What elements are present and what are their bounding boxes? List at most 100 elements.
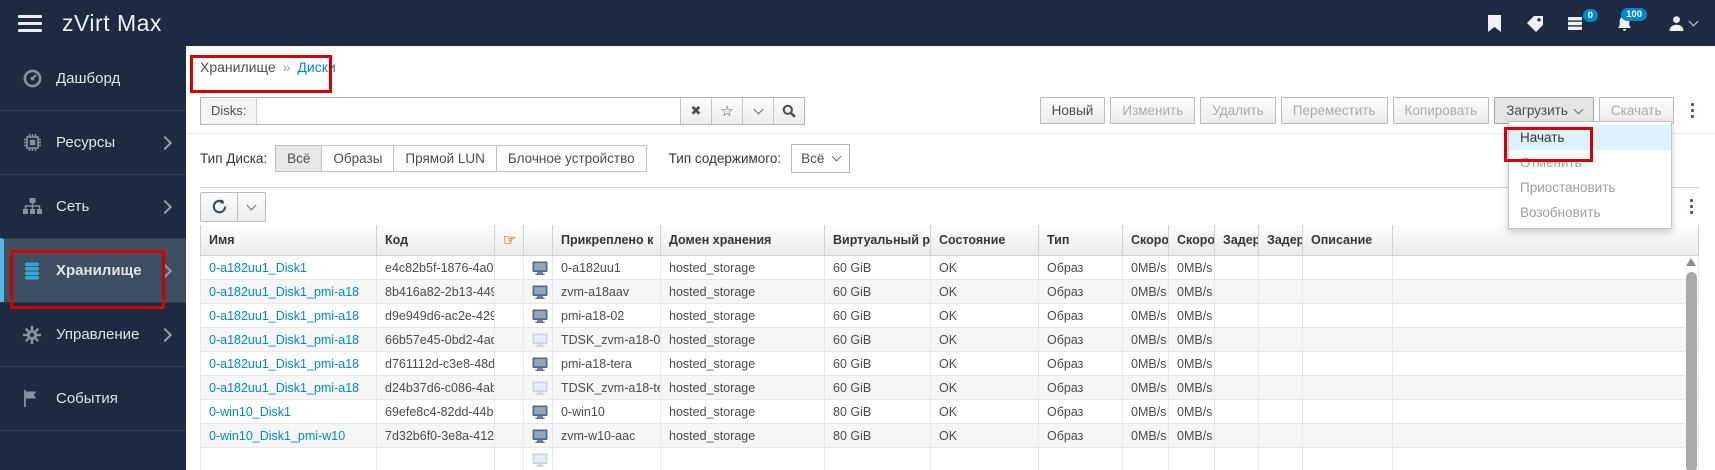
sidebar-item-network[interactable]: Сеть — [0, 174, 186, 238]
disk-name-link[interactable]: 0-a182uu1_Disk1_pmi-a18 — [209, 381, 359, 395]
refresh-button[interactable] — [200, 191, 238, 222]
table-row[interactable]: 0-a182uu1_Disk1 e4c82b5f-1876-4a0b-b... 0-… — [200, 255, 1699, 280]
column-header-12[interactable]: Задерж — [1258, 225, 1303, 256]
vertical-scrollbar-thumb[interactable] — [1686, 272, 1697, 470]
cell-write_latency — [1258, 303, 1303, 328]
disk-type-option-1[interactable]: Образы — [322, 144, 395, 172]
alerts-count-badge: 100 — [1621, 7, 1647, 21]
cell-description — [1302, 399, 1393, 424]
hand-pointer-icon: ☞ — [503, 232, 517, 249]
plugged-status-cell — [523, 303, 553, 328]
column-header-8[interactable]: Тип — [1038, 225, 1123, 256]
tasks-icon[interactable]: 0 — [1568, 8, 1598, 31]
menu-item-pause[interactable]: Приостановить — [1509, 175, 1671, 200]
table-row[interactable]: 0-a182uu1_Disk1_pmi-a18 d761112d-c3e8-48d… — [200, 351, 1699, 376]
disk-name-cell: 0-win10_Disk1 — [200, 399, 377, 424]
favorite-search-button[interactable]: ☆ — [711, 97, 742, 124]
table-row[interactable]: 0-a182uu1_Disk1_pmi-a18 d24b37d6-c086-4ab… — [200, 375, 1699, 400]
table-row[interactable]: 0-win10_Disk1 69efe8c4-82dd-44b6-b... 0-wi… — [200, 399, 1699, 424]
cell-empty — [376, 447, 495, 470]
monitor-icon — [532, 284, 548, 299]
disk-name-link[interactable]: 0-a182uu1_Disk1 — [209, 261, 307, 275]
user-menu[interactable] — [1669, 15, 1699, 31]
gear-icon — [20, 325, 44, 344]
menu-item-start[interactable]: Начать — [1509, 125, 1671, 150]
disk-type-option-0[interactable]: Всё — [275, 144, 323, 172]
table-row-partial[interactable] — [200, 447, 1699, 470]
edit-button[interactable]: Изменить — [1110, 97, 1196, 124]
cell-status: OK — [930, 303, 1039, 328]
disk-name-link[interactable]: 0-win10_Disk1 — [209, 405, 291, 419]
column-header-empty-14[interactable] — [1392, 225, 1699, 256]
hamburger-menu-icon[interactable] — [18, 14, 42, 32]
sidebar-item-storage[interactable]: Хранилище — [0, 238, 186, 302]
content-type-select[interactable]: Всё — [791, 143, 851, 173]
scrollbar-up-arrow[interactable] — [1686, 258, 1696, 266]
sidebar-item-events[interactable]: События — [0, 366, 186, 430]
column-header-empty-3[interactable] — [523, 225, 553, 256]
column-header-plugged[interactable]: ☞ — [494, 225, 524, 256]
disk-name-link[interactable]: 0-a182uu1_Disk1_pmi-a18 — [209, 309, 359, 323]
table-row[interactable]: 0-a182uu1_Disk1_pmi-a18 66b57e45-0bd2-4ad… — [200, 327, 1699, 352]
plugged-status-cell — [523, 423, 553, 448]
new-button[interactable]: Новый — [1039, 97, 1106, 124]
clear-search-button[interactable]: ✖ — [680, 97, 711, 124]
disk-name-link[interactable]: 0-win10_Disk1_pmi-w10 — [209, 429, 345, 443]
grid-kebab-menu-icon[interactable] — [1684, 195, 1700, 219]
column-header-9[interactable]: Скорос — [1122, 225, 1169, 256]
upload-button[interactable]: Загрузить — [1494, 97, 1594, 124]
cell-status: OK — [930, 399, 1039, 424]
sidebar-item-resources[interactable]: Ресурсы — [0, 110, 186, 174]
disk-type-option-3[interactable]: Блочное устройство — [496, 144, 647, 172]
disks-table: Имя Код ☞ Прикреплено к Домен хранения Виртуа… — [200, 225, 1699, 470]
disk-type-option-2[interactable]: Прямой LUN — [394, 144, 497, 172]
column-header-11[interactable]: Задерж — [1214, 225, 1259, 256]
table-row[interactable]: 0-win10_Disk1_pmi-w10 7d32b6f0-3e8a-4127-… — [200, 423, 1699, 448]
search-button[interactable] — [773, 97, 804, 124]
column-header-1[interactable]: Код — [376, 225, 495, 256]
move-button[interactable]: Переместить — [1280, 97, 1388, 124]
download-button[interactable]: Скачать — [1598, 97, 1674, 124]
refresh-rate-dropdown-button[interactable] — [238, 191, 266, 222]
cell-type: Образ — [1038, 327, 1123, 352]
sidebar-item-dashboard[interactable]: Дашборд — [0, 46, 186, 110]
column-header-0[interactable]: Имя — [200, 225, 377, 256]
cell-type: Образ — [1038, 279, 1123, 304]
breadcrumb-current-link[interactable]: Диски — [297, 59, 335, 75]
column-header-6[interactable]: Виртуальный ра — [824, 225, 931, 256]
breadcrumb-parent-link[interactable]: Хранилище — [200, 59, 276, 75]
plugged-status-cell — [523, 447, 553, 470]
cell-storage_domain: hosted_storage — [660, 303, 825, 328]
bell-icon[interactable]: 100 — [1616, 7, 1647, 32]
menu-item-cancel[interactable]: Отменить — [1509, 150, 1671, 175]
table-row[interactable]: 0-a182uu1_Disk1_pmi-a18 8b416a82-2b13-449… — [200, 279, 1699, 304]
remove-button[interactable]: Удалить — [1200, 97, 1276, 124]
disk-name-link[interactable]: 0-a182uu1_Disk1_pmi-a18 — [209, 357, 359, 371]
cell-attached_to: 0-a182uu1 — [552, 255, 661, 280]
bookmark-icon[interactable] — [1487, 14, 1502, 32]
disk-name-link[interactable]: 0-a182uu1_Disk1_pmi-a18 — [209, 333, 359, 347]
tasks-count-badge: 0 — [1582, 8, 1598, 22]
cell-code: 7d32b6f0-3e8a-4127-a... — [376, 423, 495, 448]
kebab-menu-icon[interactable] — [1685, 99, 1701, 123]
cell-write_rate: 0MB/s — [1168, 351, 1215, 376]
column-header-5[interactable]: Домен хранения — [660, 225, 825, 256]
menu-item-resume[interactable]: Возобновить — [1509, 200, 1671, 225]
column-header-10[interactable]: Скорос — [1168, 225, 1215, 256]
disk-name-link[interactable]: 0-a182uu1_Disk1_pmi-a18 — [209, 285, 359, 299]
column-header-7[interactable]: Состояние — [930, 225, 1039, 256]
search-input[interactable] — [257, 97, 680, 124]
chevron-right-icon — [157, 199, 173, 214]
app-title: zVirt Max — [62, 9, 162, 36]
column-header-4[interactable]: Прикреплено к — [552, 225, 661, 256]
table-row[interactable]: 0-a182uu1_Disk1_pmi-a18 d9e949d6-ac2e-429… — [200, 303, 1699, 328]
copy-button[interactable]: Копировать — [1392, 97, 1490, 124]
saved-search-dropdown-button[interactable] — [742, 97, 773, 124]
disk-name-cell: 0-a182uu1_Disk1 — [200, 255, 377, 280]
disk-name-cell: 0-a182uu1_Disk1_pmi-a18 — [200, 375, 377, 400]
sidebar-item-administration[interactable]: Управление — [0, 302, 186, 366]
column-header-13[interactable]: Описание — [1302, 225, 1393, 256]
tag-icon[interactable] — [1526, 15, 1544, 32]
app-viewport: zVirt Max 0 100 Дашборд Ресурсы Сеть Хра… — [0, 0, 1715, 470]
cell-write_latency — [1258, 399, 1303, 424]
